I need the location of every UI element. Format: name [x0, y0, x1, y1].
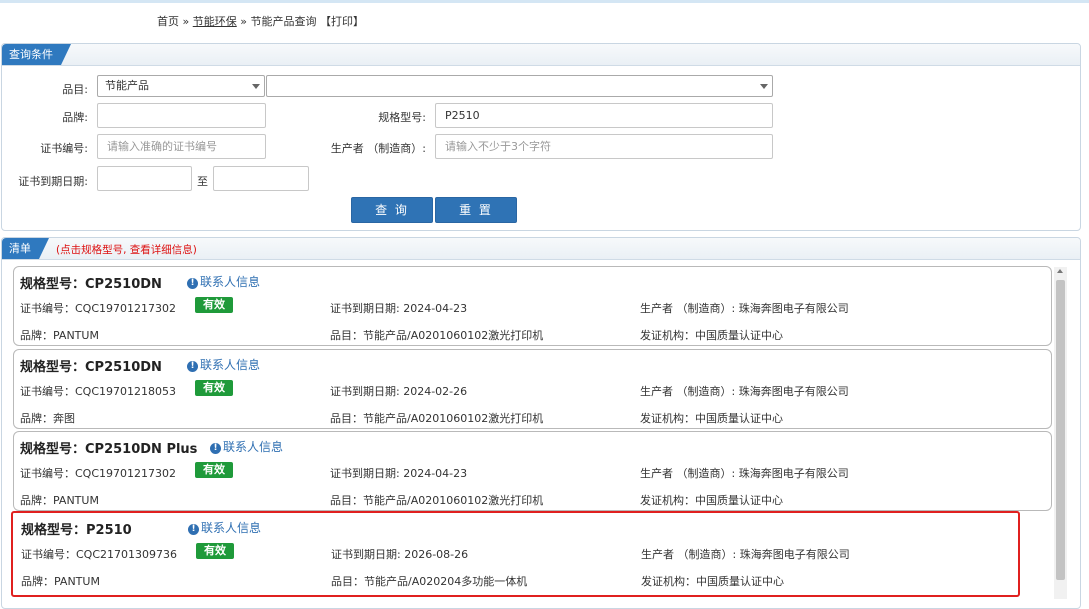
issuer: 发证机构：中国质量认证中心 [641, 575, 784, 588]
status-badge: 有效 [195, 380, 233, 396]
contact-info-link[interactable]: ! 联系人信息 [187, 273, 260, 290]
expire-date-from-input[interactable] [97, 166, 192, 191]
expire-date-label: 证书到期日期: [18, 175, 88, 188]
info-icon: ! [188, 524, 199, 535]
contact-info-link[interactable]: ! 联系人信息 [210, 438, 283, 455]
brand: 品牌：奔图 [20, 412, 75, 425]
info-icon: ! [210, 443, 221, 454]
cert-number-label: 证书编号: [40, 142, 88, 155]
breadcrumb-home[interactable]: 首页 [157, 15, 179, 28]
subcategory-select[interactable] [266, 75, 773, 97]
result-card: 规格型号：CP2510DN! 联系人信息 证书编号：CQC19701217302 有效… [13, 266, 1052, 346]
category-select-value: 节能产品 [105, 79, 149, 92]
expire-date: 证书到期日期: 2026-08-26 [331, 548, 469, 561]
brand: 品牌：PANTUM [21, 575, 100, 588]
brand-input[interactable] [97, 103, 266, 128]
contact-info-label: 联系人信息 [223, 440, 284, 454]
expire-date: 证书到期日期: 2024-04-23 [330, 467, 468, 480]
query-panel-tab: 查询条件 [2, 44, 71, 65]
model-link[interactable]: 规格型号：CP2510DN [20, 356, 162, 375]
category: 品目：节能产品/A0201060102激光打印机 [330, 412, 544, 425]
status-badge: 有效 [195, 462, 233, 478]
maker: 生产者 （制造商）: 珠海奔图电子有限公司 [640, 302, 849, 315]
issuer: 发证机构：中国质量认证中心 [640, 329, 783, 342]
category-select[interactable]: 节能产品 [97, 75, 265, 97]
cert-number-input[interactable]: 请输入准确的证书编号 [97, 134, 266, 159]
expire-date-to-input[interactable] [213, 166, 309, 191]
contact-info-link[interactable]: ! 联系人信息 [187, 356, 260, 373]
maker-input[interactable]: 请输入不少于3个字符 [435, 134, 773, 159]
model-link[interactable]: 规格型号：P2510 [21, 519, 132, 538]
cert-number: 证书编号：CQC19701217302 [20, 467, 177, 480]
list-panel-tab: 清单 [2, 238, 49, 259]
list-hint: (点击规格型号, 查看详细信息) [56, 244, 197, 256]
expire-date-to-label: 至 [197, 175, 208, 188]
status-badge: 有效 [196, 543, 234, 559]
contact-info-label: 联系人信息 [201, 521, 262, 535]
breadcrumb-section-link[interactable]: 节能环保 [193, 15, 237, 28]
contact-info-label: 联系人信息 [200, 275, 261, 289]
vertical-scrollbar[interactable] [1054, 267, 1067, 599]
search-button[interactable]: 查 询 [351, 197, 433, 223]
brand: 品牌：PANTUM [20, 494, 99, 507]
maker-label: 生产者 （制造商）: [330, 142, 426, 155]
scroll-up-arrow-icon[interactable] [1057, 269, 1063, 273]
result-card: 规格型号：P2510! 联系人信息 证书编号：CQC21701309736 有效 证书到… [11, 511, 1020, 597]
breadcrumb: 首页 » 节能环保 » 节能产品查询 【打印】 [157, 13, 364, 29]
category: 品目：节能产品/A0201060102激光打印机 [330, 329, 544, 342]
result-card: 规格型号：CP2510DN Plus! 联系人信息 证书编号：CQC19701217… [13, 431, 1052, 511]
breadcrumb-separator: » [240, 15, 247, 28]
cert-number: 证书编号：CQC21701309736 [21, 548, 178, 561]
list-panel-header: 清单 (点击规格型号, 查看详细信息) [2, 238, 1080, 260]
scrollbar-thumb[interactable] [1056, 280, 1065, 580]
expire-date: 证书到期日期: 2024-02-26 [330, 385, 468, 398]
status-badge: 有效 [195, 297, 233, 313]
query-panel-header: 查询条件 [2, 44, 1080, 66]
category-label: 品目: [62, 83, 88, 96]
breadcrumb-current: 节能产品查询 【打印】 [250, 15, 364, 28]
cert-number: 证书编号：CQC19701217302 [20, 302, 177, 315]
issuer: 发证机构：中国质量认证中心 [640, 412, 783, 425]
maker: 生产者 （制造商）: 珠海奔图电子有限公司 [641, 548, 850, 561]
maker: 生产者 （制造商）: 珠海奔图电子有限公司 [640, 467, 849, 480]
reset-button[interactable]: 重 置 [435, 197, 517, 223]
chevron-down-icon [760, 84, 768, 89]
chevron-down-icon [252, 84, 260, 89]
brand-label: 品牌: [62, 111, 88, 124]
model-link[interactable]: 规格型号：CP2510DN [20, 273, 162, 292]
result-card: 规格型号：CP2510DN! 联系人信息 证书编号：CQC19701218053 有效… [13, 349, 1052, 429]
expire-date: 证书到期日期: 2024-04-23 [330, 302, 468, 315]
model-label: 规格型号: [378, 111, 426, 124]
top-border [0, 0, 1089, 3]
model-input[interactable]: P2510 [435, 103, 773, 128]
category: 品目：节能产品/A020204多功能一体机 [331, 575, 528, 588]
info-icon: ! [187, 278, 198, 289]
brand: 品牌：PANTUM [20, 329, 99, 342]
category: 品目：节能产品/A0201060102激光打印机 [330, 494, 544, 507]
info-icon: ! [187, 361, 198, 372]
cert-number: 证书编号：CQC19701218053 [20, 385, 177, 398]
contact-info-link[interactable]: ! 联系人信息 [188, 519, 261, 536]
breadcrumb-separator: » [182, 15, 190, 28]
model-link[interactable]: 规格型号：CP2510DN Plus [20, 438, 197, 457]
issuer: 发证机构：中国质量认证中心 [640, 494, 783, 507]
maker: 生产者 （制造商）: 珠海奔图电子有限公司 [640, 385, 849, 398]
contact-info-label: 联系人信息 [200, 358, 261, 372]
